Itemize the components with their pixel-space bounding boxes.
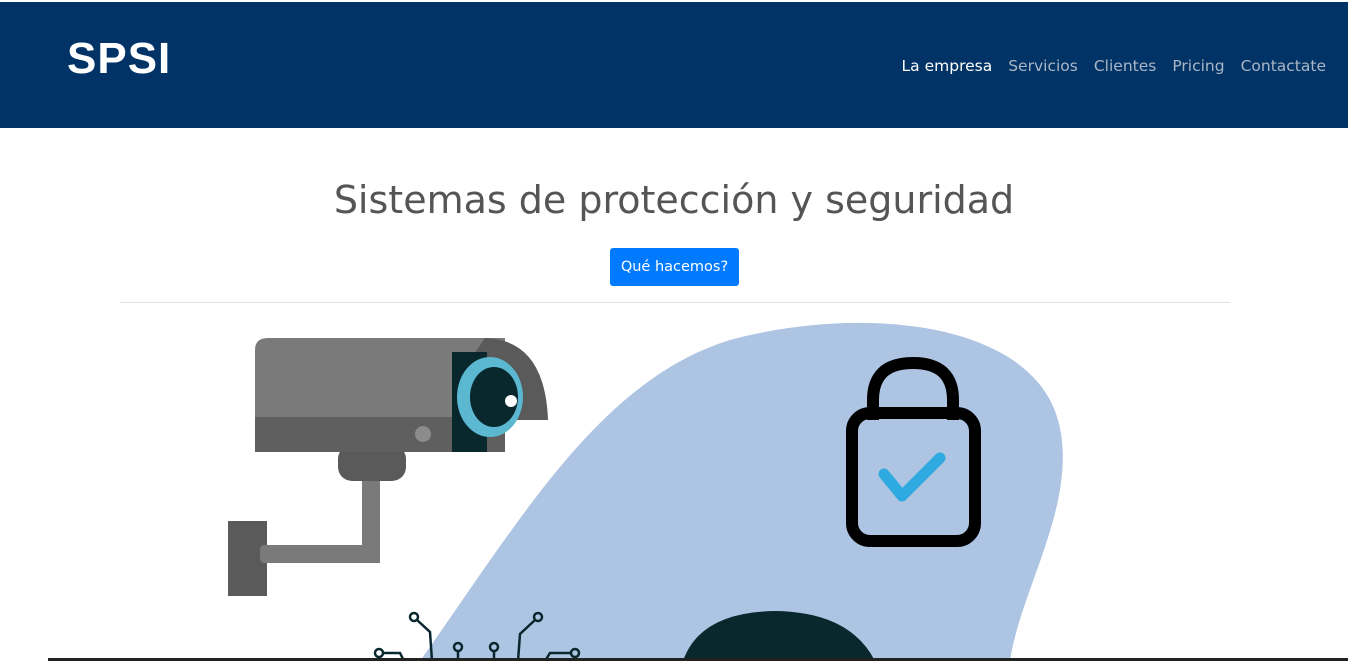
nav-pricing[interactable]: Pricing (1172, 57, 1224, 75)
nav-contactate[interactable]: Contactate (1241, 57, 1326, 75)
que-hacemos-button[interactable]: Qué hacemos? (610, 248, 739, 286)
security-illustration (228, 322, 1063, 661)
nav-clientes[interactable]: Clientes (1094, 57, 1156, 75)
nav-la-empresa[interactable]: La empresa (902, 57, 993, 75)
nav-servicios[interactable]: Servicios (1008, 57, 1078, 75)
main-nav: La empresa Servicios Clientes Pricing Co… (902, 57, 1326, 75)
hero-title: Sistemas de protección y seguridad (333, 178, 1015, 222)
logo[interactable]: SPSI (67, 37, 171, 81)
navbar: SPSI La empresa Servicios Clientes Prici… (0, 2, 1348, 128)
